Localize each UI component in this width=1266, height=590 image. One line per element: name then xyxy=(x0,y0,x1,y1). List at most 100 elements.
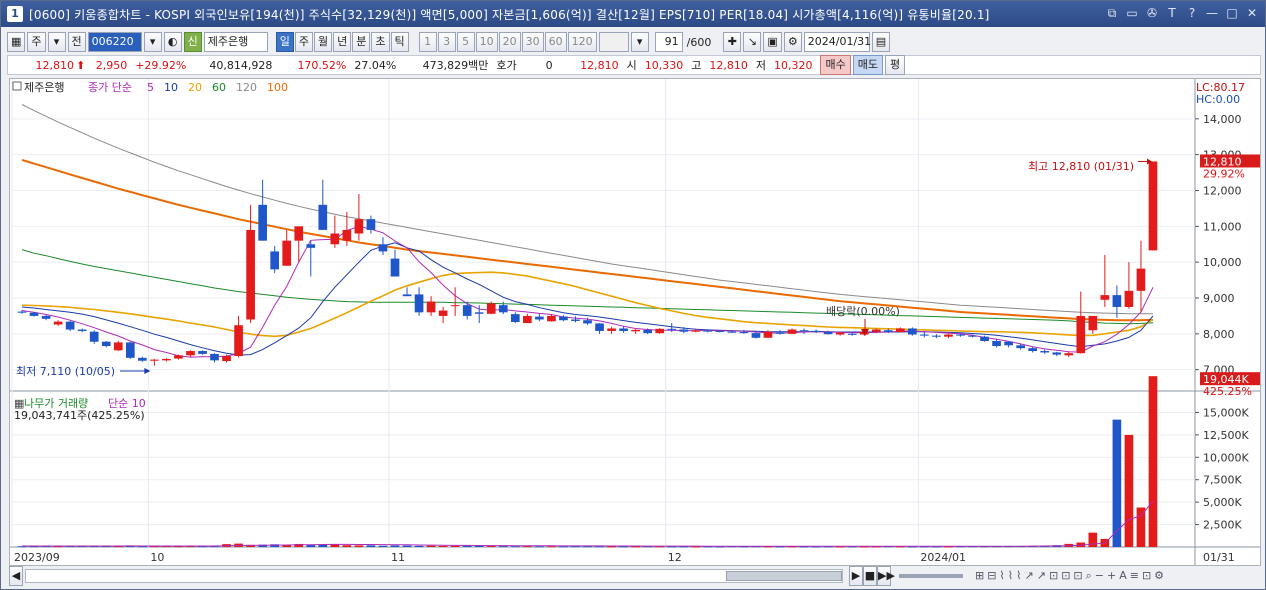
candle-body xyxy=(956,334,965,336)
candle-body xyxy=(523,315,532,324)
candle-body xyxy=(366,219,376,230)
tile-icon[interactable]: ▭ xyxy=(1125,6,1139,20)
period-tab-0[interactable]: 일 xyxy=(275,32,294,52)
legend-box-icon xyxy=(12,81,22,91)
candle-body xyxy=(138,357,147,361)
interval-tab-7[interactable]: 120 xyxy=(567,32,597,52)
legend-ma-120: 120 xyxy=(236,81,257,94)
crosshair-icon[interactable]: ✚ xyxy=(723,32,742,52)
candle-body xyxy=(944,334,953,337)
candle-body xyxy=(847,333,857,335)
open-label: 시 xyxy=(626,59,637,72)
search-icon[interactable]: ◐ xyxy=(163,32,182,52)
candle-body xyxy=(583,320,592,324)
bottom-toolbar: ◀ ▶ ■ ▶▶ ⊞⊟⌇⌇⌇↗↗⊡⊡⊡⌕−+A≡⊡⚙ xyxy=(9,566,1261,586)
price-tick-label: 9,000 xyxy=(1203,292,1235,305)
sell-button[interactable]: 매도 xyxy=(852,55,883,75)
drawing-tools-icon[interactable]: ⊞⊟⌇⌇⌇↗↗⊡⊡⊡⌕−+A≡⊡⚙ xyxy=(975,569,1167,583)
volume-tick-label: 5,000K xyxy=(1203,496,1242,509)
period-tab-1[interactable]: 주 xyxy=(294,32,314,52)
code-dropdown-icon[interactable]: ▾ xyxy=(143,32,162,52)
interval-tab-1[interactable]: 3 xyxy=(437,32,456,52)
period-button[interactable]: 주 xyxy=(27,32,46,52)
buy-button[interactable]: 매수 xyxy=(820,55,851,75)
candle-body xyxy=(65,321,75,330)
scrollbar-track[interactable] xyxy=(25,569,843,583)
minimize-icon[interactable]: — xyxy=(1205,6,1219,20)
candle-body xyxy=(426,301,436,313)
trend-icon[interactable]: ↘ xyxy=(743,32,762,52)
candle-body xyxy=(1148,161,1158,251)
candle-body xyxy=(294,226,304,241)
volume-bar xyxy=(510,546,520,548)
legend-ma-label: 종가 단순 xyxy=(88,81,132,94)
close-icon[interactable]: ✕ xyxy=(1245,6,1259,20)
count-input[interactable]: 91 xyxy=(654,32,683,52)
x-axis-label: 2023/09 xyxy=(14,551,60,564)
interval-tab-3[interactable]: 10 xyxy=(475,32,498,52)
pin-icon[interactable]: ✇ xyxy=(1145,6,1159,20)
help-icon[interactable]: ? xyxy=(1185,6,1199,20)
scrollbar-thumb[interactable] xyxy=(726,571,842,581)
save-icon[interactable]: ▣ xyxy=(763,32,782,52)
period-tab-3[interactable]: 년 xyxy=(333,32,352,52)
volume-bar xyxy=(1136,507,1146,547)
interval-input[interactable] xyxy=(598,32,629,52)
interval-tab-4[interactable]: 20 xyxy=(498,32,521,52)
candle-body xyxy=(1064,353,1074,356)
change-percent: +29.92% xyxy=(135,58,187,72)
candle-body xyxy=(932,335,941,337)
candle-body xyxy=(402,294,412,297)
fast-forward-icon[interactable]: ▶▶ xyxy=(877,566,895,586)
gear-icon[interactable]: ⚙ xyxy=(783,32,802,52)
volume-ratio: 170.52% xyxy=(297,58,347,72)
period-tab-6[interactable]: 틱 xyxy=(390,32,409,52)
zoom-slider[interactable] xyxy=(899,574,963,578)
calendar-icon[interactable]: ▤ xyxy=(871,32,891,52)
scroll-left-icon[interactable]: ◀ xyxy=(9,566,23,586)
prev-button[interactable]: 전 xyxy=(67,32,86,52)
text-icon[interactable]: T xyxy=(1165,6,1179,20)
volume: 40,814,928 xyxy=(209,58,273,72)
period-tab-4[interactable]: 분 xyxy=(352,32,371,52)
chevron-down-icon[interactable]: ▾ xyxy=(47,32,66,52)
interval-tab-6[interactable]: 60 xyxy=(544,32,567,52)
candle-body xyxy=(150,359,159,361)
candle-body xyxy=(1076,315,1086,354)
stock-code-input[interactable]: 006220 xyxy=(87,32,142,52)
interval-tab-2[interactable]: 5 xyxy=(456,32,475,52)
chart-area[interactable]: 7,0008,0009,00010,00011,00012,00013,0001… xyxy=(9,78,1261,566)
candle-body xyxy=(342,229,352,241)
date-input[interactable]: 2024/01/31 xyxy=(803,32,871,52)
trade-amount: 473,829백만 xyxy=(422,59,489,72)
restore-icon[interactable]: ⧉ xyxy=(1105,6,1119,20)
layout-icon[interactable]: ▦ xyxy=(7,32,26,52)
candle-body xyxy=(908,328,917,335)
candle-body xyxy=(89,331,99,342)
candle-body xyxy=(438,310,448,316)
volume-bar xyxy=(559,546,568,548)
candle-body xyxy=(571,319,580,321)
interval-tab-5[interactable]: 30 xyxy=(521,32,544,52)
window-title: [0600] 키움종합차트 - KOSPI 외국인보유[194(천)] 주식수[… xyxy=(29,7,990,22)
candle-body xyxy=(186,351,195,356)
interval-tab-0[interactable]: 1 xyxy=(418,32,437,52)
volume-bar xyxy=(547,546,556,548)
x-axis-label: 11 xyxy=(391,551,405,564)
interval-dropdown-icon[interactable]: ▾ xyxy=(630,32,649,52)
volume-bar xyxy=(450,545,460,547)
candle-body xyxy=(198,351,207,354)
candle-body xyxy=(498,305,508,313)
play-icon[interactable]: ▶ xyxy=(849,566,863,586)
period-tab-5[interactable]: 초 xyxy=(371,32,390,52)
period-tab-2[interactable]: 월 xyxy=(314,32,333,52)
stop-icon[interactable]: ■ xyxy=(863,566,877,586)
candle-body xyxy=(631,329,640,332)
chart-svg[interactable]: 7,0008,0009,00010,00011,00012,00013,0001… xyxy=(10,79,1260,565)
eval-button[interactable]: 평 xyxy=(884,55,906,75)
maximize-icon[interactable]: □ xyxy=(1225,6,1239,20)
price-tick-label: 11,000 xyxy=(1203,220,1242,233)
volume-bar xyxy=(595,546,604,548)
candle-body xyxy=(992,341,1001,347)
volume-tick-label: 7,500K xyxy=(1203,474,1242,487)
